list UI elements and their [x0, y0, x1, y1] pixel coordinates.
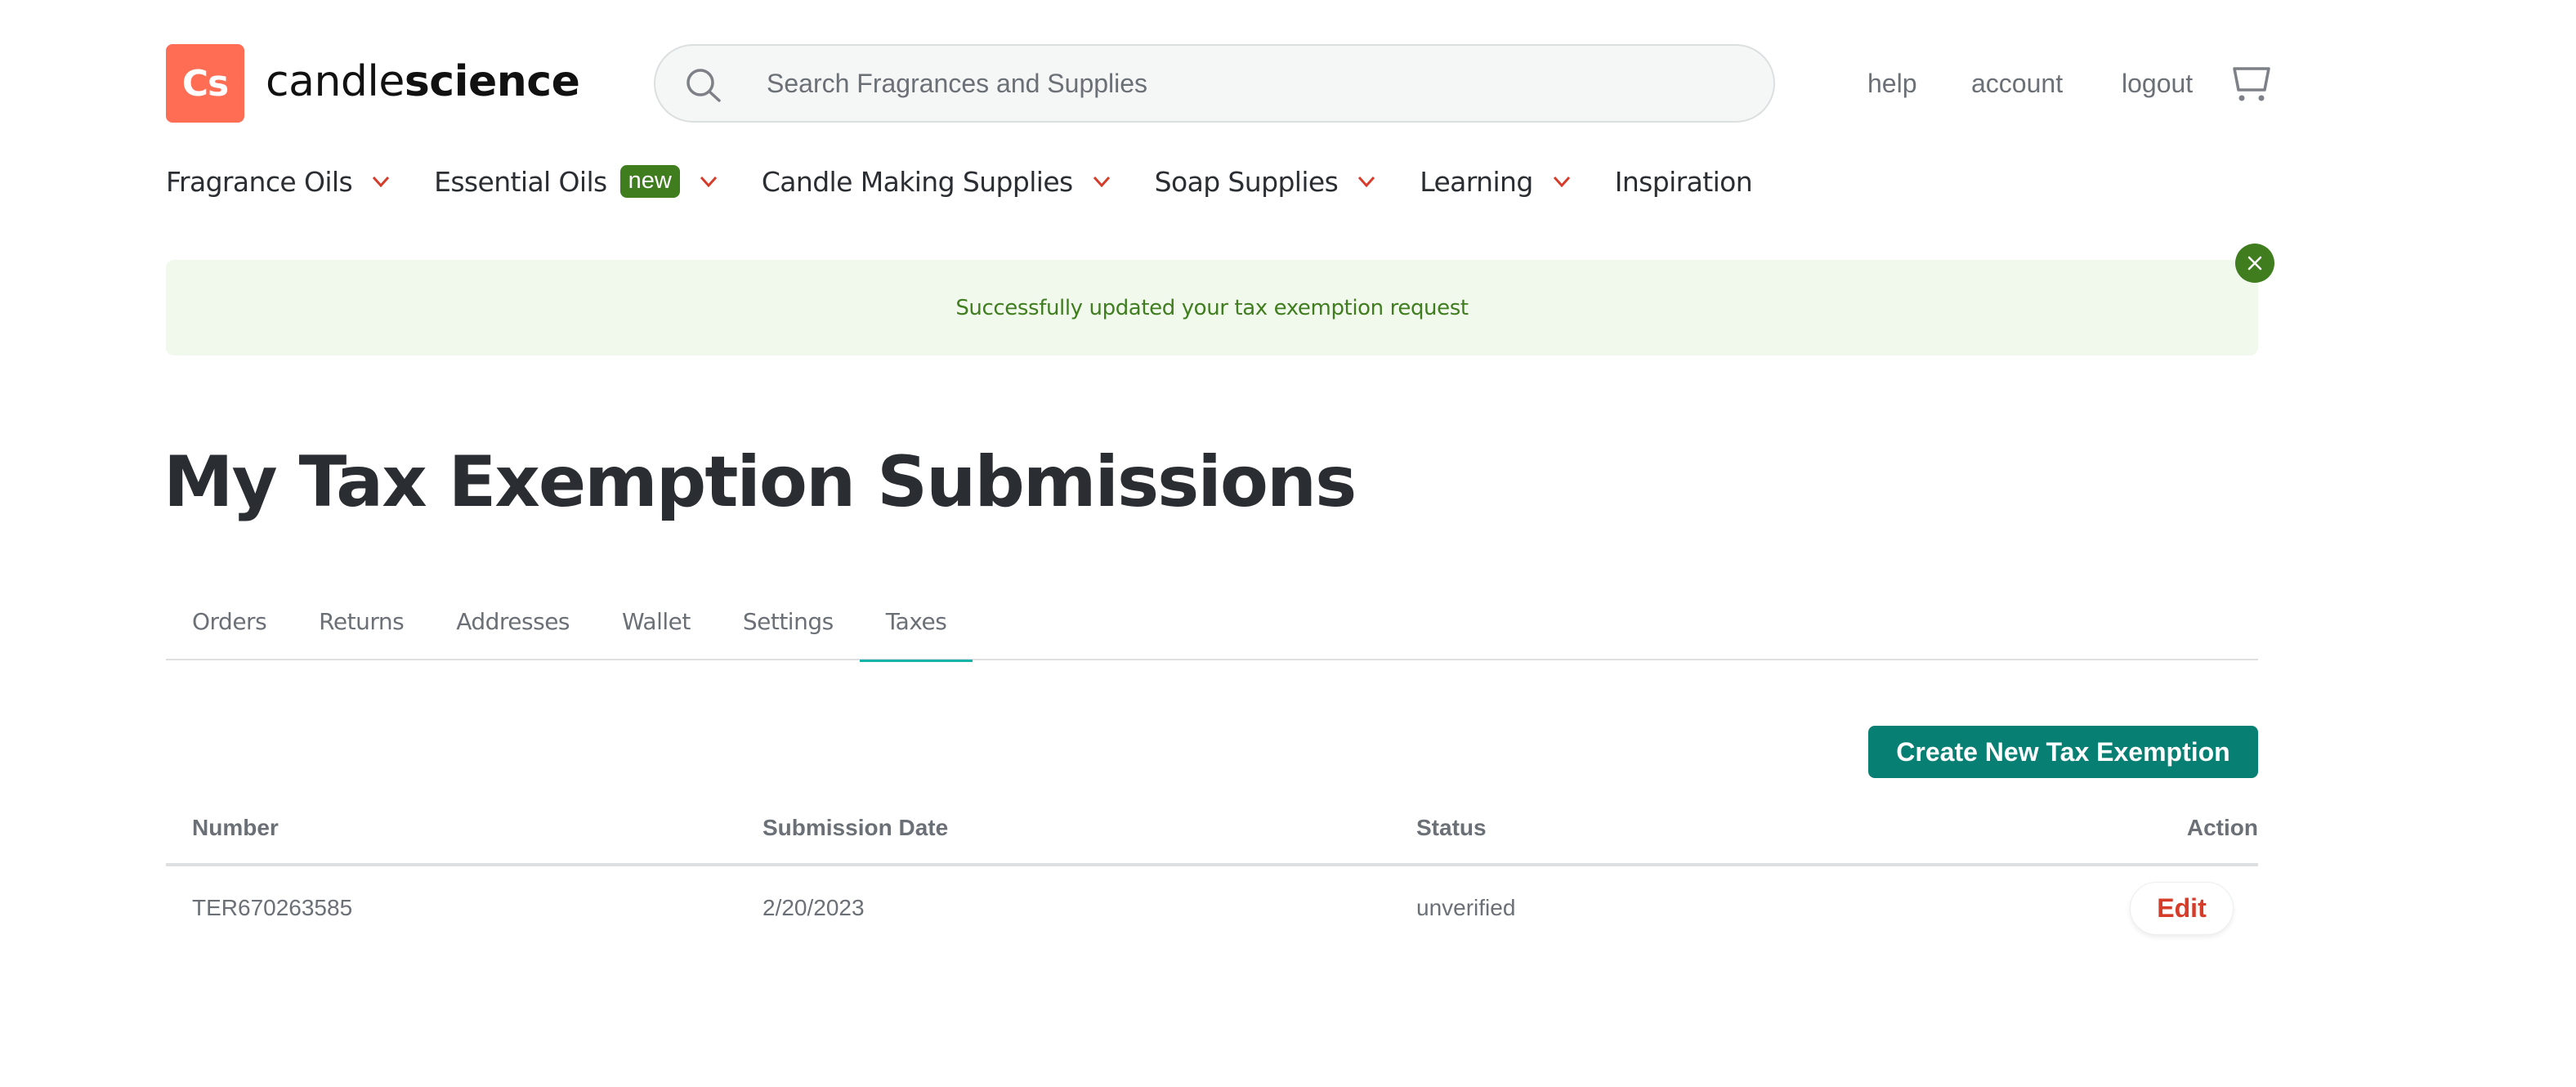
nav-item-label: Fragrance Oils [166, 165, 353, 198]
nav-item-label: Candle Making Supplies [761, 165, 1073, 198]
main-nav: Fragrance Oils Essential Oils new Candle… [166, 160, 1796, 203]
nav-item-fragrance-oils[interactable]: Fragrance Oils [166, 166, 390, 198]
page-title: My Tax Exemption Submissions [163, 441, 1357, 523]
chevron-down-icon[interactable] [1093, 176, 1111, 187]
new-badge: new [619, 165, 680, 198]
logout-link[interactable]: logout [2122, 64, 2193, 103]
nav-item-label: Soap Supplies [1154, 165, 1339, 198]
nav-item-learning[interactable]: Learning [1420, 166, 1570, 198]
search-icon[interactable] [685, 67, 722, 103]
column-header-submission-date: Submission Date [763, 815, 949, 840]
table-row: TER670263585 2/20/2023 unverified Edit [166, 866, 2258, 950]
tax-exemption-table: Number Submission Date Status Action TER… [166, 793, 2258, 950]
nav-item-label: Learning [1420, 165, 1533, 198]
logo-mark[interactable]: Cs [166, 44, 244, 123]
cell-submission-date: 2/20/2023 [763, 895, 865, 920]
column-header-action: Action [2070, 815, 2258, 841]
column-header-status: Status [1416, 815, 1487, 840]
tab-settings[interactable]: Settings [717, 582, 860, 660]
brand-wordmark-bold: science [404, 57, 580, 106]
brand-wordmark-light: candle [266, 57, 405, 106]
search-input[interactable] [767, 46, 1731, 121]
tab-wallet[interactable]: Wallet [596, 582, 717, 660]
nav-item-inspiration[interactable]: Inspiration [1614, 165, 1753, 198]
cell-action: Edit [2070, 881, 2258, 935]
column-header-action-label: Action [2186, 815, 2258, 840]
chevron-down-icon[interactable] [372, 176, 390, 187]
cell-number: TER670263585 [192, 895, 353, 920]
table-header: Number Submission Date Status Action [166, 793, 2258, 866]
tab-returns[interactable]: Returns [293, 582, 430, 660]
search-bar[interactable] [654, 44, 1775, 123]
alert-message: Successfully updated your tax exemption … [955, 295, 1469, 320]
column-header-number: Number [192, 815, 279, 840]
alert-close-button[interactable] [2235, 244, 2274, 283]
help-link[interactable]: help [1867, 64, 1917, 103]
chevron-down-icon[interactable] [1553, 176, 1571, 187]
cart-icon[interactable] [2231, 65, 2272, 103]
cell-status: unverified [1416, 895, 1516, 920]
success-alert: Successfully updated your tax exemption … [166, 260, 2258, 356]
chevron-down-icon[interactable] [1357, 176, 1375, 187]
nav-item-candle-making-supplies[interactable]: Candle Making Supplies [762, 166, 1111, 198]
tab-addresses[interactable]: Addresses [430, 582, 596, 660]
create-tax-exemption-button[interactable]: Create New Tax Exemption [1868, 726, 2258, 778]
account-tabs: Orders Returns Addresses Wallet Settings… [166, 582, 2258, 662]
tab-taxes[interactable]: Taxes [859, 582, 973, 662]
chevron-down-icon[interactable] [700, 176, 718, 187]
account-link[interactable]: account [1971, 64, 2063, 103]
nav-item-label: Essential Oils [434, 165, 607, 198]
brand-wordmark[interactable]: candlescience [266, 52, 580, 111]
edit-button[interactable]: Edit [2130, 881, 2234, 935]
close-icon [2247, 256, 2262, 271]
nav-item-essential-oils[interactable]: Essential Oils new [434, 165, 718, 198]
tab-orders[interactable]: Orders [166, 582, 293, 660]
nav-item-soap-supplies[interactable]: Soap Supplies [1155, 166, 1376, 198]
nav-item-label: Inspiration [1614, 165, 1753, 198]
